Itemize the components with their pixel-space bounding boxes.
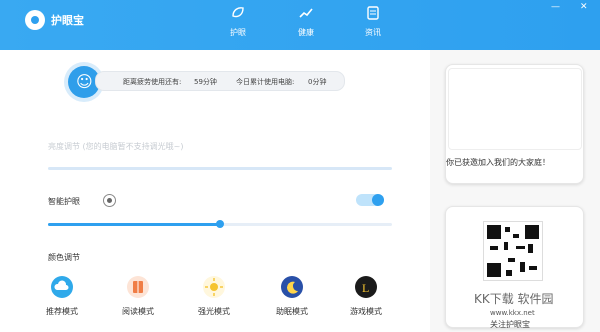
brightness-slider[interactable] xyxy=(48,167,392,170)
mode-label: 游戏模式 xyxy=(350,307,382,316)
mode-label: 助眠模式 xyxy=(276,307,308,316)
tab-label: 护眼 xyxy=(230,28,246,37)
smart-eye-radio[interactable] xyxy=(103,194,116,207)
leaf-icon xyxy=(232,7,244,18)
watermark-subtitle: 关注护眼宝 xyxy=(490,320,530,329)
app-logo-icon xyxy=(25,10,45,30)
news-icon xyxy=(367,6,379,20)
tab-health[interactable]: 健康 xyxy=(286,6,326,38)
color-adjust-label: 颜色调节 xyxy=(48,253,80,262)
minimize-button[interactable]: — xyxy=(551,2,560,12)
today-usage-value: 0分钟 xyxy=(308,78,327,86)
moon-icon xyxy=(281,276,303,298)
tab-label: 资讯 xyxy=(365,28,381,37)
fatigue-label: 距离疲劳使用还有: xyxy=(123,78,182,86)
slider-fill xyxy=(48,223,220,226)
watermark-url: www.kkx.net xyxy=(490,309,535,317)
app-title: 护眼宝 xyxy=(51,14,84,27)
welcome-text: 你已获邀加入我们的大家庭！ xyxy=(446,158,550,167)
watermark-brand: KK下载 软件园 xyxy=(474,292,554,306)
cloud-icon xyxy=(51,276,73,298)
smart-eye-label: 智能护眼 xyxy=(48,197,80,206)
slider-thumb[interactable] xyxy=(216,220,224,228)
brightness-label: 亮度调节 (您的电脑暂不支持调光哦~) xyxy=(48,142,184,151)
tab-news[interactable]: 资讯 xyxy=(353,6,393,38)
tab-label: 健康 xyxy=(298,28,314,37)
qr-code xyxy=(483,221,543,281)
smart-eye-toggle[interactable] xyxy=(356,194,384,206)
title-bar: 护眼宝 护眼 健康 资讯 — ✕ xyxy=(0,0,600,50)
mode-label: 阅读模式 xyxy=(122,307,154,316)
close-button[interactable]: ✕ xyxy=(580,2,588,12)
svg-text:L: L xyxy=(362,281,369,295)
mode-label: 推荐模式 xyxy=(46,307,78,316)
fatigue-value: 59分钟 xyxy=(194,78,217,86)
game-icon: L xyxy=(355,276,377,298)
trend-icon xyxy=(299,8,313,18)
smart-eye-slider[interactable] xyxy=(48,220,392,228)
today-usage-label: 今日累计使用电脑: xyxy=(236,78,295,86)
mode-label: 强光模式 xyxy=(198,307,230,316)
tab-eye-care[interactable]: 护眼 xyxy=(218,6,258,38)
usage-stats-bar: 距离疲劳使用还有: 59分钟 今日累计使用电脑: 0分钟 xyxy=(95,71,345,91)
banner-image xyxy=(448,68,582,150)
sun-icon xyxy=(203,276,225,298)
book-icon xyxy=(127,276,149,298)
